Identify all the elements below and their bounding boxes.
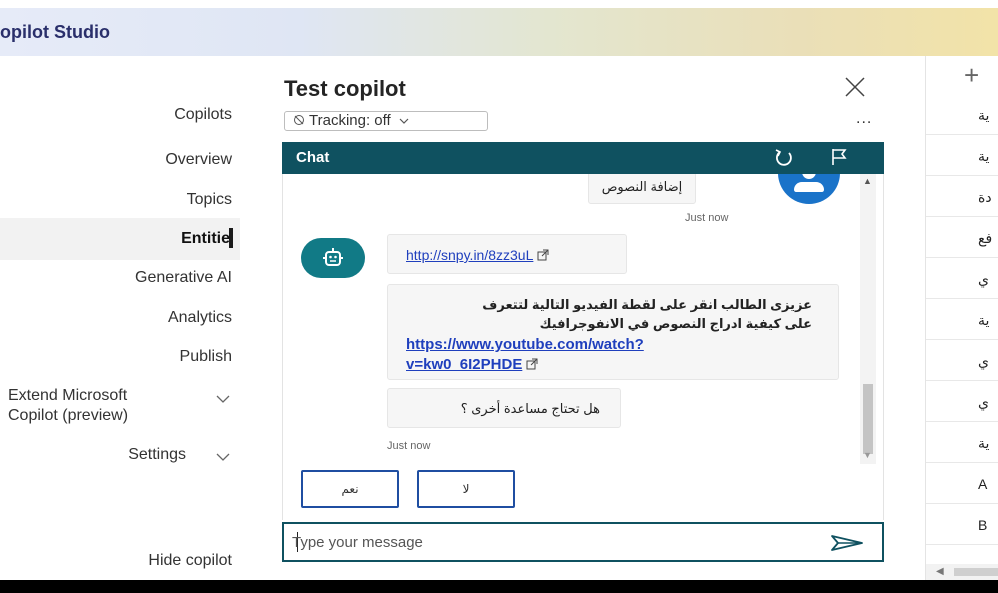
external-link-icon [526, 358, 538, 370]
chat-input-box [282, 522, 884, 562]
horizontal-scrollbar[interactable]: ◀ [926, 564, 998, 580]
question-text: هل تحتاج مساعدة أخرى ؟ [460, 401, 600, 416]
youtube-link-line-2: v=kw0_6I2PHDE [406, 356, 523, 373]
flag-icon[interactable] [830, 148, 848, 166]
chevron-down-icon [399, 118, 409, 124]
test-copilot-panel: Test copilot Tracking: off ... Chat إضاف… [240, 56, 925, 580]
left-navigation: Copilots Overview Topics Entitie Generat… [0, 56, 240, 580]
chevron-down-icon[interactable] [216, 452, 230, 462]
app-window: opilot Studio Copilots Overview Topics E… [0, 0, 998, 593]
chat-message-input[interactable] [292, 531, 812, 553]
scrollbar-thumb[interactable] [954, 568, 998, 576]
user-avatar [778, 174, 840, 204]
nav-item-overview[interactable]: Overview [165, 151, 232, 169]
nav-item-settings[interactable]: Settings [128, 446, 186, 464]
entity-row-label: ي [978, 271, 989, 287]
entity-row-label: ي [978, 394, 989, 410]
chat-transcript: إضافة النصوص Just now http://snpy.in/8zz… [282, 174, 884, 464]
chat-title: Chat [296, 149, 330, 166]
nav-item-extend-label-1: Extend Microsoft [8, 387, 128, 404]
more-options-icon[interactable]: ... [856, 110, 872, 128]
close-icon[interactable] [844, 76, 866, 98]
hide-copilot-button[interactable]: Hide copilot [148, 552, 232, 570]
entity-row-label: ية [978, 148, 990, 164]
scrollbar-thumb[interactable] [863, 384, 873, 454]
entity-row[interactable]: B [926, 504, 998, 545]
text-cursor [229, 228, 233, 248]
tracking-label: Tracking: off [309, 112, 391, 129]
bot-avatar [301, 238, 365, 278]
tracking-toggle[interactable]: Tracking: off [284, 111, 488, 131]
chevron-down-icon[interactable] [216, 394, 230, 404]
entity-row[interactable]: ية [926, 135, 998, 176]
app-title: opilot Studio [0, 22, 110, 42]
nav-item-topics[interactable]: Topics [187, 191, 232, 209]
entity-row[interactable]: ية [926, 422, 998, 463]
entity-row[interactable]: ي [926, 258, 998, 299]
entity-row-label: دة [978, 189, 992, 205]
bot-message-timestamp: Just now [387, 440, 431, 452]
nav-item-extend-label-2: Copilot (preview) [8, 407, 129, 424]
bot-message-link: http://snpy.in/8zz3uL [387, 234, 627, 274]
nav-item-publish[interactable]: Publish [180, 348, 232, 366]
user-message-timestamp: Just now [685, 212, 729, 224]
video-message-line-2: على كيفية ادراج النصوص في الانفوجرافيك [539, 316, 812, 331]
chat-scrollbar[interactable]: ▲ ▼ [860, 174, 876, 464]
entity-row-label: ية [978, 312, 990, 328]
video-message-text: عزيزى الطالب انقر على لقطة الفيديو التال… [412, 295, 812, 333]
nav-item-copilots[interactable]: Copilots [174, 106, 232, 124]
send-icon[interactable] [830, 534, 864, 552]
entity-row-label: ية [978, 107, 990, 123]
refresh-icon[interactable] [774, 148, 794, 168]
link-wrap: http://snpy.in/8zz3uL [406, 247, 549, 263]
entity-row-label: فع [978, 230, 993, 246]
entity-row[interactable]: ي [926, 340, 998, 381]
suggested-actions: نعم لا [282, 464, 884, 520]
bot-message-question: هل تحتاج مساعدة أخرى ؟ [387, 388, 621, 428]
entity-row-label: A [978, 476, 988, 492]
entity-row[interactable]: A [926, 463, 998, 504]
entity-row-label: ية [978, 435, 990, 451]
add-icon[interactable]: + [964, 60, 979, 91]
panel-title: Test copilot [284, 76, 406, 101]
youtube-link-line-1: https://www.youtube.com/watch? [406, 336, 644, 353]
entity-row[interactable]: فع [926, 217, 998, 258]
nav-item-analytics[interactable]: Analytics [168, 309, 232, 327]
scroll-up-icon[interactable]: ▲ [863, 176, 872, 186]
tracking-off-icon [294, 115, 304, 125]
video-message-line-1: عزيزى الطالب انقر على لقطة الفيديو التال… [482, 297, 812, 312]
short-link[interactable]: http://snpy.in/8zz3uL [406, 247, 533, 263]
suggestion-no-button[interactable]: لا [417, 470, 515, 508]
scroll-left-icon[interactable]: ◀ [936, 566, 944, 577]
entity-row[interactable]: ي [926, 381, 998, 422]
suggestion-yes-button[interactable]: نعم [301, 470, 399, 508]
nav-item-entities[interactable]: Entitie [181, 230, 230, 248]
nav-item-generative-ai[interactable]: Generative AI [135, 269, 232, 287]
youtube-link[interactable]: https://www.youtube.com/watch? v=kw0_6I2… [406, 335, 644, 375]
user-message: إضافة النصوص [588, 174, 696, 204]
entity-row[interactable]: ية [926, 94, 998, 135]
nav-item-extend-copilot[interactable]: Extend Microsoft Copilot (preview) [8, 386, 128, 426]
bot-icon [323, 248, 343, 266]
entity-row-label: B [978, 517, 988, 533]
entity-row[interactable]: دة [926, 176, 998, 217]
user-avatar-body [794, 182, 824, 192]
external-link-icon [537, 249, 549, 261]
bot-message-video: عزيزى الطالب انقر على لقطة الفيديو التال… [387, 284, 839, 380]
chat-header: Chat [282, 142, 884, 174]
entity-row-label: ي [978, 353, 989, 369]
entity-row[interactable]: ية [926, 299, 998, 340]
user-avatar-head [802, 174, 816, 179]
youtube-link-line-2-wrap: v=kw0_6I2PHDE [406, 355, 644, 375]
app-header: opilot Studio [0, 8, 998, 56]
scroll-down-icon[interactable]: ▼ [863, 450, 872, 460]
entities-list-partial: + ية ية دة فع ي ية ي ي ية A B ◀ [925, 56, 998, 580]
screen-border [0, 580, 998, 593]
